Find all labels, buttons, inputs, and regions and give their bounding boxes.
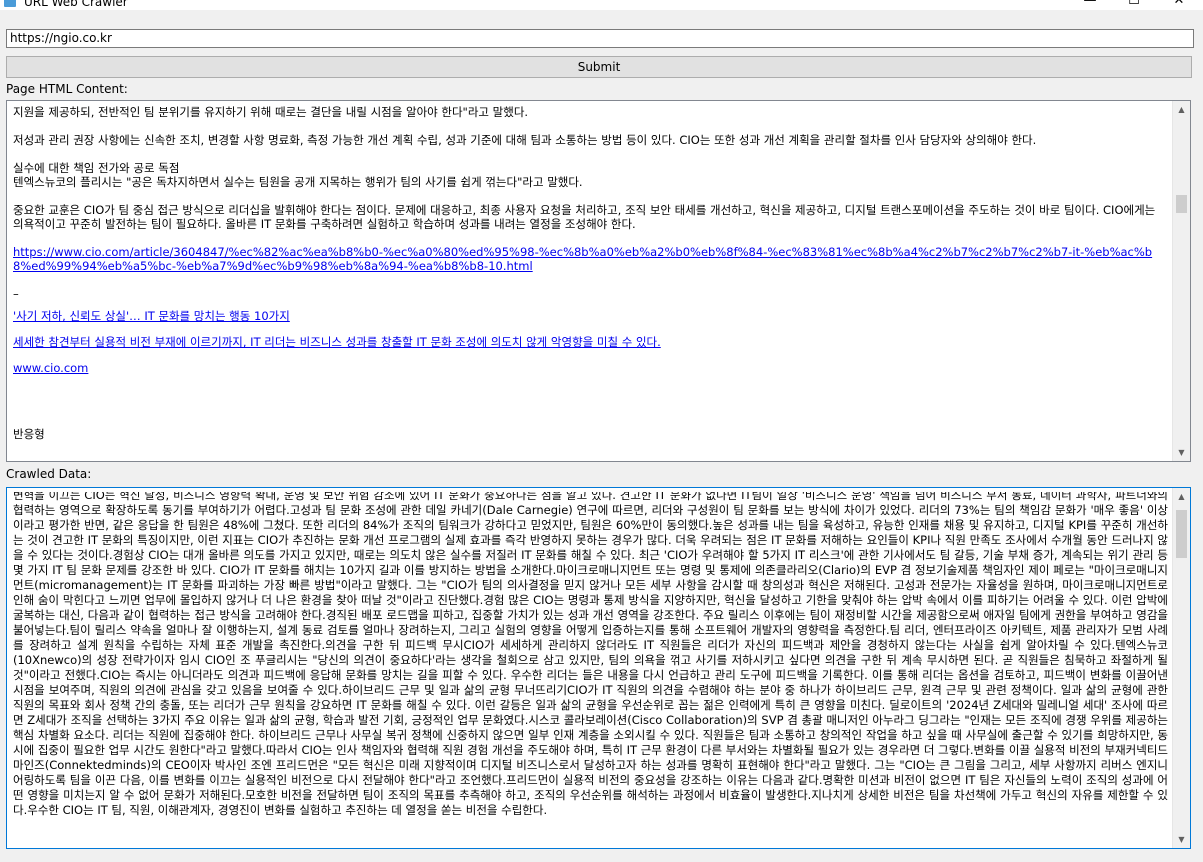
scroll-up-arrow-icon[interactable]: ▲	[1173, 101, 1190, 118]
close-button[interactable]: ✕	[1157, 0, 1201, 10]
html-line: 저성과 관리 권장 사항에는 신속한 조치, 변경할 사항 명료화, 측정 가능…	[13, 133, 1037, 147]
html-content-label: Page HTML Content:	[6, 82, 128, 96]
crawled-data-text: 변혁을 이끄는 CIO는 혁신 달성, 비즈니스 영향력 확대, 운영 및 보안…	[13, 492, 1168, 817]
article-title-link[interactable]: '사기 저하, 신뢰도 상실'… IT 문화를 망치는 행동 10가지	[13, 309, 290, 323]
html-content-panel[interactable]: 지원을 제공하되, 전반적인 팀 분위기를 유지하기 위해 때로는 결단을 내릴…	[6, 100, 1191, 462]
html-scrollbar[interactable]: ▲ ▼	[1172, 101, 1190, 461]
article-url-link[interactable]: https://www.cio.com/article/3604847/%ec%…	[13, 245, 1152, 273]
app-icon	[4, 0, 16, 7]
scroll-up-arrow-icon[interactable]: ▲	[1173, 488, 1190, 505]
html-line: 실수에 대한 책임 전가와 공로 독점	[13, 161, 180, 175]
window-title: URL Web Crawler	[24, 0, 128, 9]
minimize-button[interactable]: —	[1068, 0, 1112, 10]
crawl-scrollbar[interactable]: ▲ ▼	[1172, 488, 1190, 848]
html-content-text: 지원을 제공하되, 전반적인 팀 분위기를 유지하기 위해 때로는 결단을 내릴…	[13, 101, 1168, 461]
dash-separator: –	[13, 287, 19, 301]
url-input[interactable]: https://ngio.co.kr	[6, 29, 1194, 48]
scroll-thumb[interactable]	[1176, 510, 1187, 558]
crawled-data-text-area: 변혁을 이끄는 CIO는 혁신 달성, 비즈니스 영향력 확대, 운영 및 보안…	[13, 492, 1168, 848]
crawled-data-label: Crawled Data:	[6, 467, 92, 481]
html-line: 텐엑스뉴코의 플리시는 "공은 독차지하면서 실수는 팀원을 공개 지목하는 행…	[13, 175, 583, 189]
html-tail-text: 반응형	[13, 427, 45, 441]
submit-button[interactable]: Submit	[6, 56, 1192, 78]
maximize-button[interactable]: ☐	[1112, 0, 1156, 10]
site-link[interactable]: www.cio.com	[13, 361, 88, 375]
article-summary-link[interactable]: 세세한 참견부터 실용적 비전 부재에 이르기까지, IT 리더는 비즈니스 성…	[13, 335, 661, 349]
scroll-down-arrow-icon[interactable]: ▼	[1173, 444, 1190, 461]
crawled-data-panel[interactable]: 변혁을 이끄는 CIO는 혁신 달성, 비즈니스 영향력 확대, 운영 및 보안…	[6, 487, 1191, 849]
html-line: 중요한 교훈은 CIO가 팀 중심 접근 방식으로 리더십을 발휘해야 한다는 …	[13, 203, 1156, 231]
scroll-thumb[interactable]	[1176, 195, 1187, 213]
title-bar: URL Web Crawler — ☐ ✕	[0, 0, 1203, 10]
scroll-down-arrow-icon[interactable]: ▼	[1173, 831, 1190, 848]
html-line: 지원을 제공하되, 전반적인 팀 분위기를 유지하기 위해 때로는 결단을 내릴…	[13, 105, 529, 119]
